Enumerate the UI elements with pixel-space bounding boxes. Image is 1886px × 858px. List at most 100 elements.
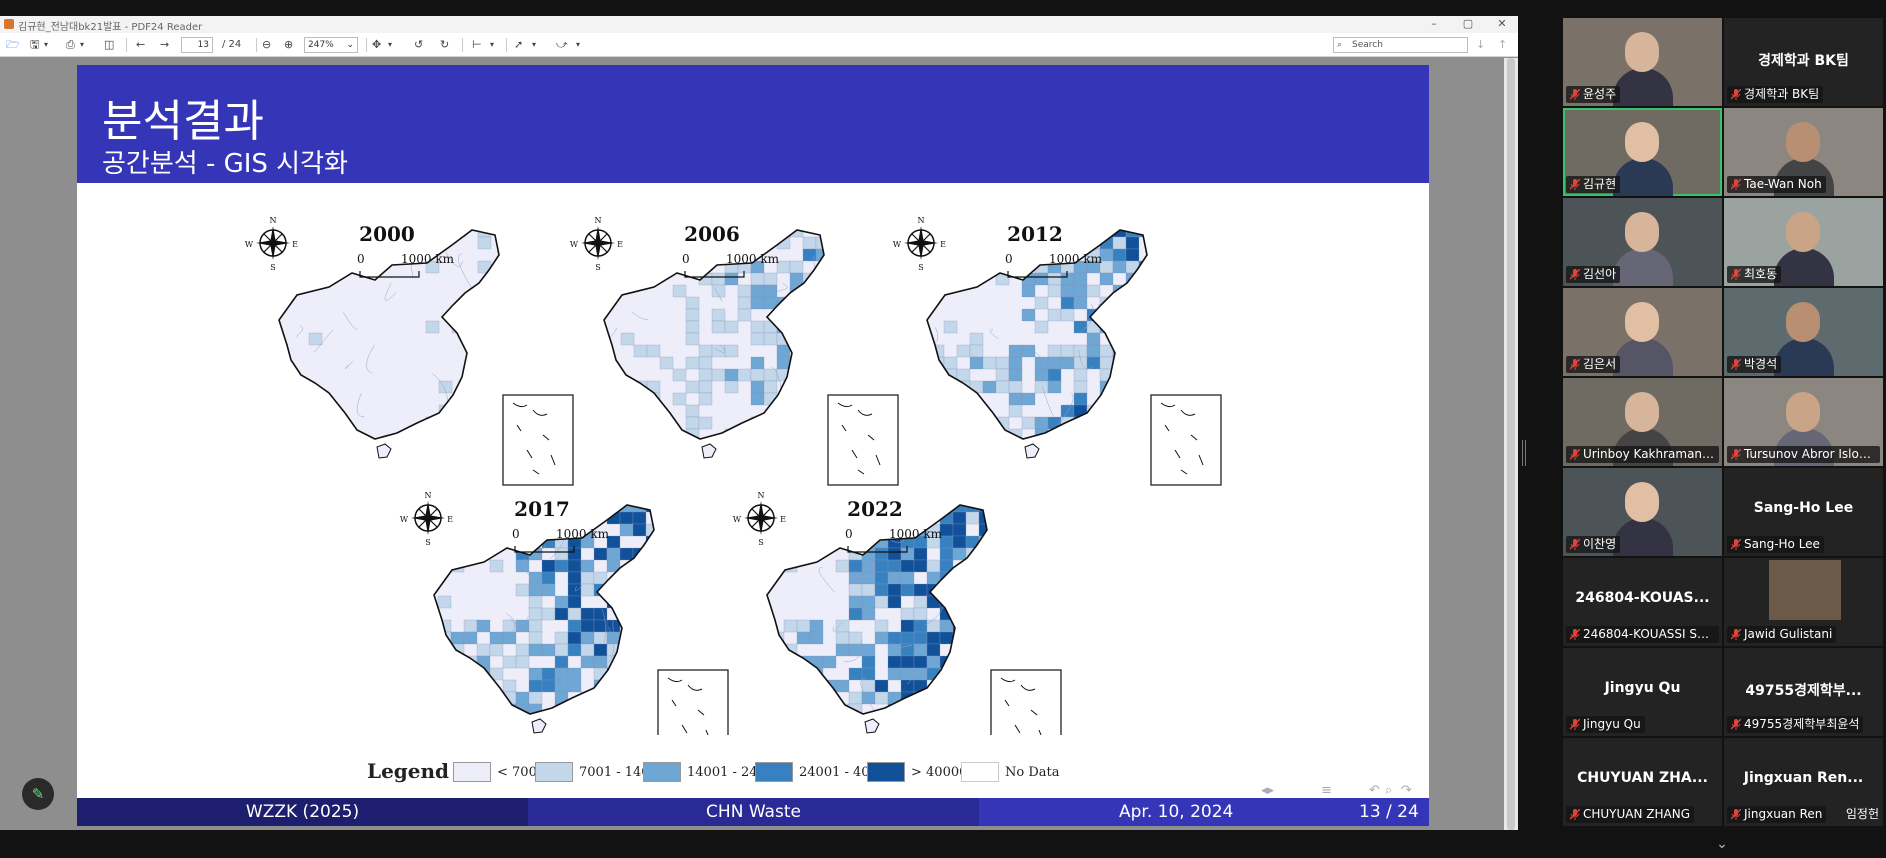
province-cell xyxy=(724,272,739,286)
zoom-in-icon[interactable]: ⊕ xyxy=(284,37,293,53)
province-cell xyxy=(887,655,902,669)
participant-tile[interactable]: 최호동 xyxy=(1724,198,1883,286)
beamer-nav-icons[interactable]: ◂▸ ≡ ↶ ⌕ ↷ xyxy=(1261,783,1421,798)
province-cell xyxy=(790,441,803,453)
chevron-down-icon[interactable]: ▾ xyxy=(80,37,84,53)
province-cell xyxy=(620,332,635,346)
share-icon[interactable]: ⤻ xyxy=(556,37,568,53)
page-number-input[interactable]: 13 xyxy=(181,37,213,53)
participant-tile[interactable]: Tae-Wan Noh xyxy=(1724,108,1883,196)
province-cell xyxy=(434,667,439,681)
province-cell xyxy=(901,716,914,728)
title-bar: 김규현_전남대bk21발표 - PDF24 Reader – ▢ ✕ xyxy=(0,16,1518,33)
participant-tile[interactable]: 이찬영 xyxy=(1563,468,1722,556)
search-down-icon[interactable]: ↓ xyxy=(1476,37,1485,53)
participant-tile[interactable]: Jingxuan Ren... Jingxuan Ren 임정헌 xyxy=(1724,738,1883,826)
province-cell xyxy=(581,728,594,735)
province-cell xyxy=(1034,296,1049,310)
maximize-icon[interactable]: ▢ xyxy=(1460,17,1476,31)
participant-tile[interactable]: 김은서 xyxy=(1563,288,1722,376)
pan-tool-icon[interactable]: ✥ xyxy=(372,37,381,53)
compass-letter: S xyxy=(918,263,923,272)
province-cell xyxy=(965,571,980,585)
annotate-pen-button[interactable]: ✎ xyxy=(22,778,54,810)
legend-swatch xyxy=(755,762,793,782)
participant-tile[interactable]: Urinboy Kakhramanov xyxy=(1563,378,1722,466)
search-up-icon[interactable]: ↑ xyxy=(1498,37,1507,53)
chevron-down-icon[interactable]: ▾ xyxy=(576,37,580,53)
province-cell xyxy=(1152,285,1165,297)
province-cell xyxy=(815,368,824,382)
save-icon[interactable]: 🖫 xyxy=(30,37,39,53)
province-cell xyxy=(1008,380,1023,394)
participant-tile[interactable]: 윤성주 xyxy=(1563,18,1722,106)
province-cell xyxy=(900,607,915,621)
province-cell xyxy=(861,571,876,585)
participant-tile[interactable]: 김규현 xyxy=(1563,108,1722,196)
province-cell xyxy=(606,703,621,714)
province-cell xyxy=(1047,380,1062,394)
province-cell xyxy=(887,547,902,561)
select-tool-icon[interactable]: ➚ xyxy=(514,37,523,53)
fit-width-icon[interactable]: ⊢ xyxy=(472,37,482,53)
province-cell xyxy=(632,667,647,681)
province-cell xyxy=(619,511,634,525)
panel-splitter[interactable] xyxy=(1522,440,1526,466)
province-cell xyxy=(1073,344,1088,358)
participant-tile[interactable]: 박경석 xyxy=(1724,288,1883,376)
document-viewport[interactable]: 분석결과 공간분석 - GIS 시각화 N S W E 2000 0 1000 km N S W E… xyxy=(0,58,1518,830)
participant-name-label: 최호동 xyxy=(1727,266,1782,283)
close-icon[interactable]: ✕ xyxy=(1494,17,1510,31)
participant-tile[interactable]: Sang-Ho Lee Sang-Ho Lee xyxy=(1724,468,1883,556)
rotate-left-icon[interactable]: ↺ xyxy=(414,37,423,53)
province-cell xyxy=(1047,308,1062,322)
minimize-icon[interactable]: – xyxy=(1426,17,1442,31)
zoom-out-icon[interactable]: ⊖ xyxy=(262,37,271,53)
participant-name: 246804-KOUASSI SO... xyxy=(1583,627,1718,641)
province-cell xyxy=(504,261,517,273)
chevron-down-icon[interactable]: ▾ xyxy=(388,37,392,53)
province-cell xyxy=(438,428,453,439)
participant-tile[interactable]: 김선아 xyxy=(1563,198,1722,286)
participant-tile[interactable]: 경제학과 BK팀 경제학과 BK팀 xyxy=(1724,18,1883,106)
rotate-right-icon[interactable]: ↻ xyxy=(440,37,449,53)
chevron-down-icon[interactable]: ▾ xyxy=(532,37,536,53)
province-cell xyxy=(1060,284,1075,298)
province-cell xyxy=(887,559,902,573)
chevron-down-icon[interactable]: ▾ xyxy=(490,37,494,53)
open-icon[interactable]: 🗁 xyxy=(6,37,20,53)
participant-video xyxy=(1625,392,1659,432)
zoom-select[interactable]: 247% ⌄ xyxy=(304,37,358,53)
prev-page-icon[interactable]: ← xyxy=(136,37,145,53)
chevron-down-icon[interactable]: ▾ xyxy=(44,37,48,53)
nav-section-icon[interactable]: ≡ xyxy=(1321,783,1332,798)
compass-letter: E xyxy=(292,240,298,249)
participant-tile[interactable]: 49755경제학부... 49755경제학부최윤석 xyxy=(1724,648,1883,736)
nav-frame-icon[interactable]: ◂▸ xyxy=(1261,783,1274,798)
province-cell xyxy=(952,511,967,525)
vertical-scrollbar[interactable] xyxy=(1504,58,1518,830)
province-cell xyxy=(815,272,824,286)
participant-tile[interactable]: Jawid Gulistani xyxy=(1724,558,1883,646)
province-cell xyxy=(940,716,953,728)
province-cell xyxy=(580,505,595,513)
province-cell xyxy=(1152,261,1165,273)
nav-back-icon[interactable]: ↶ xyxy=(1369,783,1380,798)
nav-search-icon[interactable]: ⌕ xyxy=(1385,783,1392,798)
province-cell xyxy=(750,236,765,250)
province-cell xyxy=(279,296,284,310)
nav-forward-icon[interactable]: ↷ xyxy=(1401,783,1412,798)
participant-tile[interactable]: Jingyu Qu Jingyu Qu xyxy=(1563,648,1722,736)
participant-tile[interactable]: 246804-KOUAS... 246804-KOUASSI SO... xyxy=(1563,558,1722,646)
province-cell xyxy=(645,655,654,669)
search-input[interactable]: ⌕ Search xyxy=(1333,37,1468,53)
sidebar-toggle-icon[interactable]: ◫ xyxy=(104,37,114,53)
print-icon[interactable]: ⎙ xyxy=(66,37,75,53)
province-cell xyxy=(1060,428,1075,439)
province-cell xyxy=(724,320,739,334)
participant-tile[interactable]: Tursunov Abror Islom... xyxy=(1724,378,1883,466)
next-page-icon[interactable]: → xyxy=(160,37,169,53)
province-cell xyxy=(1112,308,1127,322)
participant-tile[interactable]: CHUYUAN ZHA... CHUYUAN ZHANG xyxy=(1563,738,1722,826)
chevron-down-icon[interactable]: ⌄ xyxy=(1713,836,1731,852)
